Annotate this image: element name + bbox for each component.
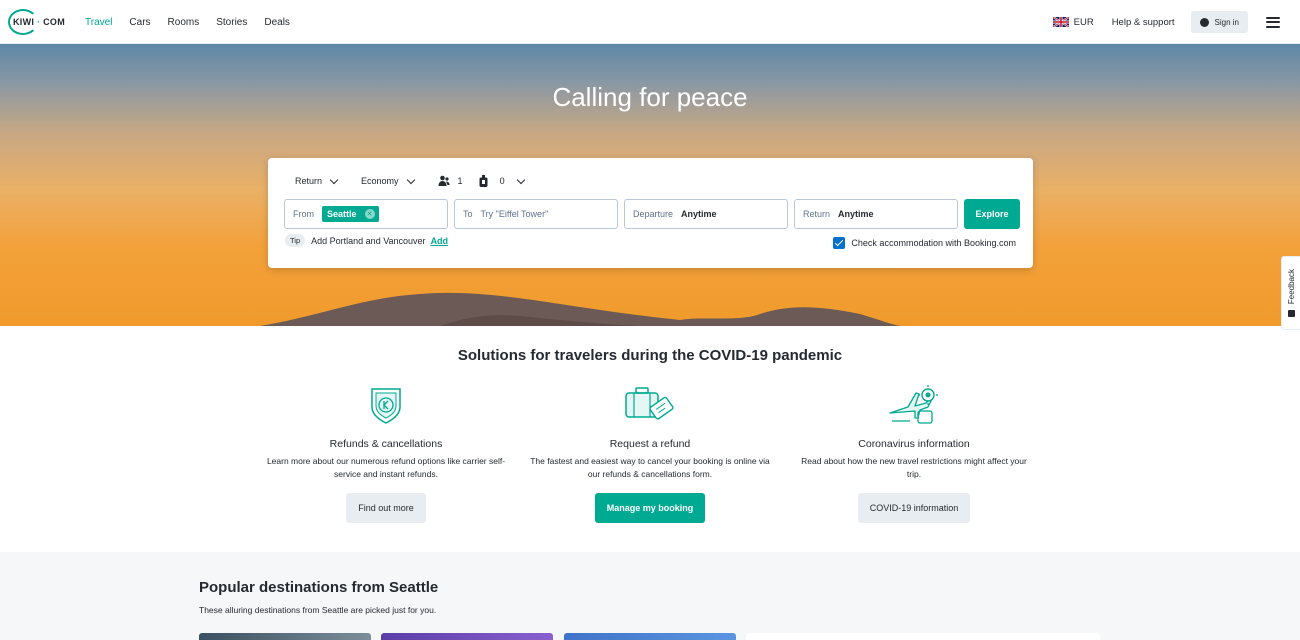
from-label: From [293,209,314,219]
tip-add-link[interactable]: Add [431,236,449,246]
tip-row: Tip Add Portland and Vancouver Add [285,234,448,247]
plane-virus-icon [889,385,938,424]
departure-field[interactable]: Departure Anytime [624,199,788,229]
search-options: Return Economy 1 0 [295,174,548,188]
from-chip-label: Seattle [327,209,357,219]
destination-card[interactable] [746,633,1100,640]
search-fields: From Seattle ✕ To Try "Eiffel Tower" Dep… [284,199,1020,229]
uk-flag-icon [1052,17,1069,27]
popular-destinations-section: Popular destinations from Seattle These … [0,552,1300,640]
departure-label: Departure [633,209,674,219]
trip-type-label: Return [295,176,323,186]
passengers-icon [438,175,450,186]
covid-information-button[interactable]: COVID-19 information [857,493,971,523]
feedback-tab[interactable]: Feedback [1281,256,1300,330]
find-out-more-button[interactable]: Find out more [346,493,426,523]
logo-domain: COM [43,17,66,27]
manage-booking-button[interactable]: Manage my booking [594,493,706,523]
request-refund-heading: Request a refund [609,438,691,450]
cabin-class-label: Economy [361,176,399,186]
destination-card[interactable] [564,633,736,640]
header-actions: EUR Help & support Sign in [1052,0,1300,44]
booking-checkbox-row[interactable]: Check accommodation with Booking.com [833,237,1016,249]
booking-checkbox-label: Check accommodation with Booking.com [851,238,1016,248]
currency-selector[interactable]: EUR [1052,16,1094,28]
nav-travel[interactable]: Travel [85,17,112,28]
passengers-bags-dropdown[interactable]: 1 0 [438,174,525,188]
search-form: Return Economy 1 0 From Seattle ✕ To Try… [268,158,1033,268]
chevron-down-icon [329,175,339,184]
destination-card[interactable] [199,633,371,640]
passengers-count: 1 [457,176,463,186]
booking-checkbox[interactable] [833,237,846,249]
top-header: KIWI · COM Travel Cars Rooms Stories Dea… [0,0,1300,44]
return-value: Anytime [838,209,874,219]
luggage-ticket-icon [625,387,674,420]
trip-type-dropdown[interactable]: Return [295,175,339,186]
tip-badge: Tip [285,234,306,247]
chevron-down-icon [406,175,415,184]
covid-card-refunds: Refunds & cancellations Learn more about… [266,385,506,523]
coronavirus-heading: Coronavirus information [858,438,970,450]
coronavirus-text: Read about how the new travel restrictio… [801,456,1027,479]
destination-card[interactable] [381,633,553,640]
feedback-label: Feedback [1286,269,1296,305]
feedback-icon [1287,309,1295,317]
request-refund-text: The fastest and easiest way to cancel yo… [530,456,770,479]
shield-refund-icon [371,388,401,424]
mountains-silhouette [260,292,900,326]
covid-card-coronavirus: Coronavirus information Read about how t… [794,385,1034,523]
main-nav: Travel Cars Rooms Stories Deals [85,0,307,44]
nav-rooms[interactable]: Rooms [168,17,200,28]
departure-value: Anytime [681,209,717,219]
kiwi-logo[interactable]: KIWI · COM [8,9,66,35]
to-placeholder: Try "Eiffel Tower" [480,209,549,219]
tip-text: Add Portland and Vancouver [311,235,426,246]
return-label: Return [803,209,831,219]
refunds-heading: Refunds & cancellations [329,438,443,450]
covid-section-title: Solutions for travelers during the COVID… [457,347,843,364]
hamburger-menu-icon[interactable] [1266,16,1280,28]
covid-card-request-refund: Request a refund The fastest and easiest… [530,385,770,523]
from-field[interactable]: From Seattle ✕ [284,199,448,229]
popular-subtitle: These alluring destinations from Seattle… [199,605,437,615]
logo-text: KIWI [13,17,35,27]
sign-in-label: Sign in [1214,17,1239,27]
from-chip-seattle[interactable]: Seattle ✕ [322,206,379,222]
popular-title: Popular destinations from Seattle [199,579,439,596]
chevron-down-icon [516,175,525,184]
sign-in-button[interactable]: Sign in [1190,11,1248,33]
refunds-text: Learn more about our numerous refund opt… [266,456,506,479]
help-support-link[interactable]: Help & support [1112,17,1175,28]
nav-stories[interactable]: Stories [216,17,247,28]
remove-chip-icon[interactable]: ✕ [364,209,375,219]
to-label: To [463,209,473,219]
nav-cars[interactable]: Cars [129,17,150,28]
bags-count: 0 [499,176,505,186]
nav-deals[interactable]: Deals [264,17,290,28]
hero-title: Calling for peace [552,82,748,112]
to-field[interactable]: To Try "Eiffel Tower" [454,199,618,229]
cabin-class-dropdown[interactable]: Economy [361,175,415,186]
user-icon [1199,17,1209,27]
currency-label: EUR [1073,16,1094,28]
return-field[interactable]: Return Anytime [794,199,958,229]
bag-icon [479,174,488,187]
explore-button[interactable]: Explore [964,199,1020,229]
